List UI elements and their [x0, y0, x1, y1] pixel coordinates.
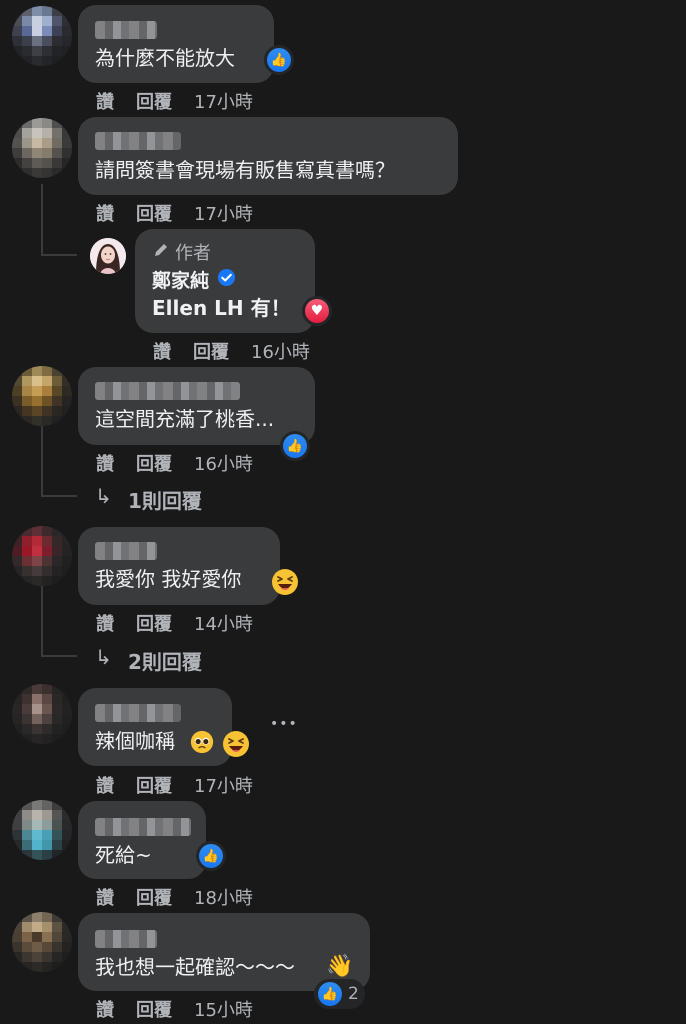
reply-button[interactable]: 回覆 [193, 342, 229, 363]
comment-bubble [78, 117, 458, 195]
reply-button[interactable]: 回覆 [136, 776, 172, 797]
avatar[interactable] [12, 684, 72, 744]
comment-bubble [78, 527, 280, 605]
avatar[interactable] [12, 366, 72, 426]
view-replies-link[interactable]: 2則回覆 [128, 646, 202, 675]
timestamp[interactable]: 17小時 [194, 776, 253, 797]
comment-actions: 讚 回覆 18小時 [96, 884, 275, 910]
like-button[interactable]: 讚 [96, 776, 114, 797]
like-button[interactable]: 讚 [96, 92, 114, 113]
avatar[interactable] [12, 526, 72, 586]
timestamp[interactable]: 14小時 [194, 614, 253, 635]
comment-actions: 讚 回覆 17小時 [96, 200, 275, 226]
like-button[interactable]: 讚 [96, 204, 114, 225]
avatar[interactable] [12, 6, 72, 66]
avatar[interactable] [12, 118, 72, 178]
timestamp[interactable]: 16小時 [194, 454, 253, 475]
reaction-badge[interactable]: ♥ [302, 296, 332, 326]
comment-bubble [78, 688, 232, 766]
author-badge: 作者 [175, 243, 211, 264]
timestamp[interactable]: 15小時 [194, 1000, 253, 1021]
reaction-count: 2 [348, 984, 359, 1004]
comment-text: 這空間充滿了桃香... [95, 407, 275, 431]
comment-text: 我也想一起確認～～～ [95, 955, 295, 979]
comment-actions: 讚 回覆 17小時 [96, 88, 275, 114]
pencil-icon [155, 244, 167, 256]
reaction-count-badge[interactable]: 👍 2 [314, 979, 365, 1009]
timestamp[interactable]: 18小時 [194, 888, 253, 909]
comment-actions: 讚 回覆 14小時 [96, 610, 275, 636]
like-button[interactable]: 讚 [96, 614, 114, 635]
comment-bubble [78, 367, 315, 445]
commenter-name[interactable] [95, 930, 157, 948]
reaction-badge[interactable]: 👍 [264, 45, 294, 75]
author-name[interactable]: 鄭家純 [152, 266, 209, 293]
reply-button[interactable]: 回覆 [136, 204, 172, 225]
commenter-name[interactable] [95, 704, 181, 722]
timestamp[interactable]: 17小時 [194, 204, 253, 225]
comment-actions: 讚 回覆 17小時 [96, 772, 275, 798]
comment-text: 為什麼不能放大 [95, 46, 235, 70]
pleading-emoji [190, 730, 214, 754]
like-icon: 👍 [267, 48, 291, 72]
laughing-emoji [223, 731, 249, 757]
verified-icon [217, 268, 236, 287]
comment-actions: 讚 回覆 16小時 [96, 450, 275, 476]
avatar[interactable] [12, 912, 72, 972]
commenter-name[interactable] [95, 818, 191, 836]
comment-bubble [78, 801, 206, 879]
avatar[interactable] [12, 800, 72, 860]
reply-button[interactable]: 回覆 [136, 614, 172, 635]
comment-bubble [78, 5, 274, 83]
comment-actions: 讚 回覆 15小時 [96, 996, 275, 1022]
comment-text: 我愛你 我好愛你 [95, 567, 242, 591]
comment-text: 請問簽書會現場有販售寫真書嗎？ [95, 158, 395, 182]
commenter-name[interactable] [95, 21, 157, 39]
like-button[interactable]: 讚 [96, 454, 114, 475]
view-replies-link[interactable]: 1則回覆 [128, 485, 202, 514]
reply-button[interactable]: 回覆 [136, 92, 172, 113]
author-portrait [90, 238, 126, 274]
reply-button[interactable]: 回覆 [136, 454, 172, 475]
timestamp[interactable]: 17小時 [194, 92, 253, 113]
reaction-badge[interactable]: 👍 [196, 841, 226, 871]
like-button[interactable]: 讚 [96, 1000, 114, 1021]
like-button[interactable]: 讚 [153, 342, 171, 363]
reply-text: Ellen LH 有！ [152, 296, 291, 320]
laughing-emoji [272, 569, 298, 595]
timestamp[interactable]: 16小時 [251, 342, 310, 363]
reply-arrow-icon: ↳ [95, 645, 112, 669]
comment-text: 死給~ [95, 843, 152, 867]
like-icon: 👍 [318, 982, 342, 1006]
like-button[interactable]: 讚 [96, 888, 114, 909]
reply-arrow-icon: ↳ [95, 484, 112, 508]
reaction-badge[interactable]: 👍 [280, 431, 310, 461]
waving-hand-emoji: 👋 [326, 954, 354, 979]
comment-text: 辣個咖稱 [95, 729, 175, 753]
reply-button[interactable]: 回覆 [136, 888, 172, 909]
more-options-button[interactable]: ••• [270, 716, 298, 732]
reply-actions: 讚 回覆 16小時 [153, 338, 332, 364]
reply-button[interactable]: 回覆 [136, 1000, 172, 1021]
commenter-name[interactable] [95, 382, 240, 400]
like-icon: 👍 [283, 434, 307, 458]
commenter-name[interactable] [95, 132, 181, 150]
author-avatar[interactable] [90, 238, 126, 274]
commenter-name[interactable] [95, 542, 157, 560]
love-icon: ♥ [305, 299, 329, 323]
like-icon: 👍 [199, 844, 223, 868]
